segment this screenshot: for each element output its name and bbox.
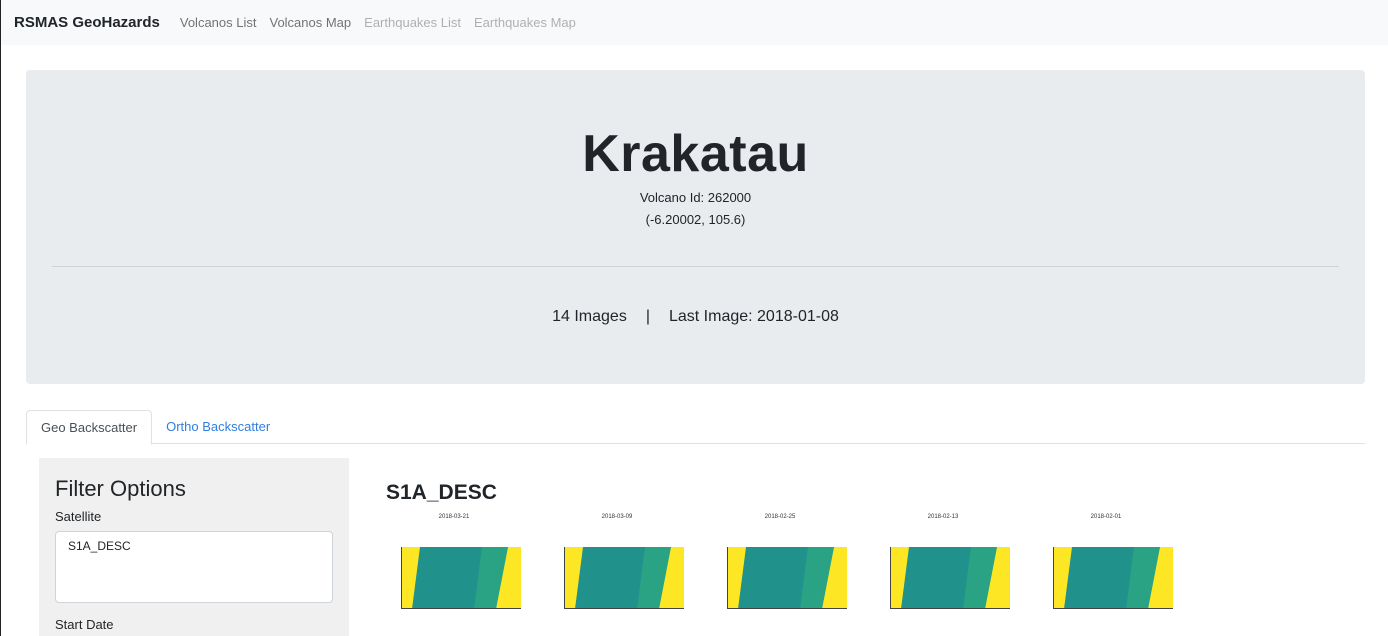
thumbnail-date: 2018-03-09 (601, 514, 633, 520)
start-date-label: Start Date (55, 617, 114, 632)
filter-panel: Filter Options Satellite S1A_DESC Start … (39, 458, 349, 636)
thumbnail[interactable]: 2018-02-01 (1038, 512, 1174, 622)
thumbnail-date: 2018-03-21 (438, 514, 470, 520)
volcano-id: Volcano Id: 262000 (639, 190, 752, 205)
thumbnail-date: 2018-02-13 (927, 514, 959, 520)
thumbnail-date: 2018-02-25 (764, 514, 796, 520)
backscatter-plot (890, 547, 1010, 609)
stats-separator: | (645, 308, 650, 325)
backscatter-plot (727, 547, 847, 609)
backscatter-image (565, 547, 684, 608)
volcano-coordinates: (-6.20002, 105.6) (645, 212, 746, 227)
filter-title: Filter Options (55, 476, 186, 501)
thumbnail[interactable]: 2018-02-25 (712, 512, 848, 622)
page-title: Krakatau (582, 125, 809, 183)
images-count: 14 Images (552, 308, 627, 325)
backscatter-image (1054, 547, 1173, 608)
tab-ortho-backscatter[interactable]: Ortho Backscatter (152, 410, 284, 444)
image-stats: 14 Images | Last Image: 2018-01-08 (26, 308, 1365, 326)
nav-link-earthquakes-map[interactable]: Earthquakes Map (474, 15, 576, 30)
brand-logo[interactable]: RSMAS GeoHazards (14, 14, 160, 31)
tab-bar: Geo Backscatter Ortho Backscatter (26, 410, 1365, 445)
nav-link-earthquakes-list[interactable]: Earthquakes List (364, 15, 461, 30)
thumbnail[interactable]: 2018-03-09 (549, 512, 685, 622)
satellite-option[interactable]: S1A_DESC (68, 539, 320, 553)
backscatter-image (728, 547, 847, 608)
divider (52, 266, 1339, 267)
backscatter-plot (564, 547, 684, 609)
tab-geo-backscatter[interactable]: Geo Backscatter (26, 410, 153, 445)
backscatter-image (402, 547, 521, 608)
thumbnail[interactable]: 2018-02-13 (875, 512, 1011, 622)
navbar: RSMAS GeoHazards Volcanos List Volcanos … (1, 0, 1388, 45)
thumbnail-date: 2018-02-01 (1090, 514, 1122, 520)
backscatter-image (891, 547, 1010, 608)
nav-link-volcanos-list[interactable]: Volcanos List (180, 15, 257, 30)
thumbnail-grid: 2018-03-21 2018-03-09 2018-02-25 2018-02… (386, 512, 1174, 622)
nav-link-volcanos-map[interactable]: Volcanos Map (269, 15, 351, 30)
results-title: S1A_DESC (386, 481, 497, 504)
volcano-header: Krakatau Volcano Id: 262000 (-6.20002, 1… (26, 70, 1365, 384)
last-image-date: Last Image: 2018-01-08 (668, 308, 839, 325)
backscatter-plot (1053, 547, 1173, 609)
satellite-select[interactable]: S1A_DESC (55, 531, 333, 603)
thumbnail[interactable]: 2018-03-21 (386, 512, 522, 622)
satellite-label: Satellite (55, 509, 102, 524)
backscatter-plot (401, 547, 521, 609)
